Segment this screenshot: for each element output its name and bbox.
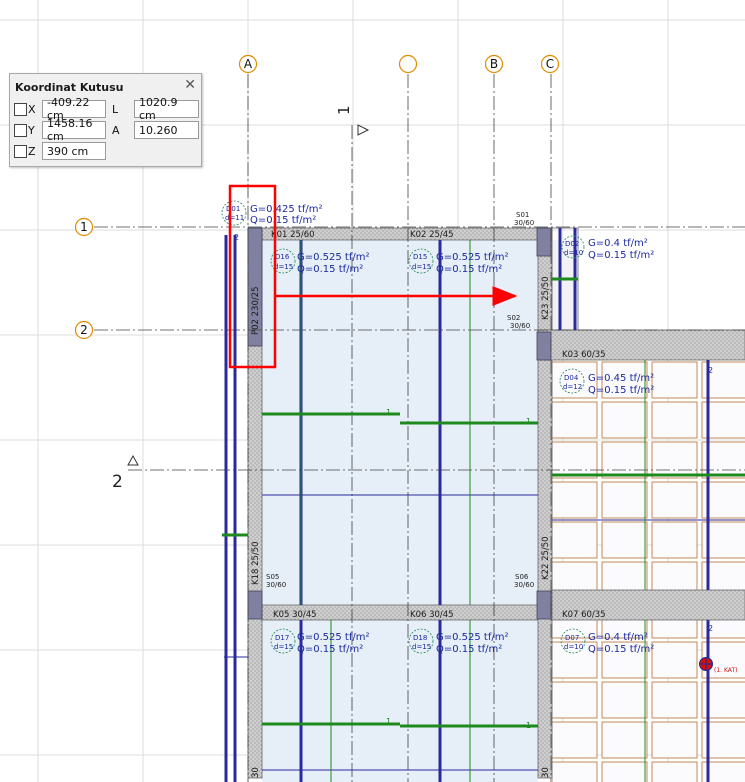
mark-one-c: 1 (386, 717, 391, 726)
mark-two-a: 2 (234, 233, 239, 242)
slab-thickness: d=11 (225, 214, 244, 222)
slab-g-load: G=0.4 tf/m² (588, 238, 648, 249)
coordinate-box-panel[interactable]: Koordinat Kutusu ✕ X -409.22 cm L 1020.9… (9, 73, 202, 167)
slab-q-load: Q=0.15 tf/m² (588, 385, 654, 396)
z-label: Z (28, 144, 36, 158)
axis-label-a: A (244, 57, 253, 71)
slab-id: D01 (226, 205, 240, 213)
slab-id: D07 (565, 634, 579, 642)
mark-two-b: 2 (708, 366, 713, 375)
slab-thickness: d=12 (563, 383, 582, 391)
column-size-s02: 30/60 (510, 322, 530, 330)
slab-g-load: G=0.525 tf/m² (297, 252, 370, 263)
slab-q-load: Q=0.15 tf/m² (436, 264, 502, 275)
z-value-field[interactable]: 390 cm (42, 142, 106, 160)
x-checkbox[interactable] (14, 102, 27, 116)
slab-id: D15 (413, 253, 427, 261)
beam-label-k23: K23 25/50 (541, 276, 551, 320)
close-icon[interactable]: ✕ (184, 77, 196, 93)
slab-q-load: Q=0.15 tf/m² (588, 250, 654, 261)
beam-label-p02: P02 230/25 (251, 286, 261, 335)
slab-d01[interactable]: D01 d=11 G=0.425 tf/m² Q=0.15 tf/m² (221, 200, 323, 226)
beam-label-k07: K07 60/35 (562, 610, 606, 620)
slab-thickness: d=10 (564, 249, 583, 257)
l-value-field[interactable]: 1020.9 cm (134, 96, 199, 122)
y-row: Y 1458.16 cm A 10.260 (14, 117, 199, 143)
beam-label-k22: K22 25/50 (541, 536, 551, 580)
slab-id: D17 (275, 634, 289, 642)
beam-label-k03: K03 60/35 (562, 350, 606, 360)
slab-g-load: G=0.525 tf/m² (436, 252, 509, 263)
point-load-label: (1. KAT) (714, 667, 737, 674)
slab-id: D16 (275, 253, 290, 261)
mark-one-d: 1 (526, 721, 531, 730)
y-checkbox[interactable] (14, 123, 27, 137)
slab-q-load: Q=0.15 tf/m² (297, 644, 363, 655)
section-marker-2[interactable]: 2 (112, 454, 139, 492)
y-label: Y (28, 123, 35, 137)
slab-thickness: d=15 (274, 643, 293, 651)
slab-g-load: G=0.525 tf/m² (297, 632, 370, 643)
mark-two-c: 2 (708, 624, 713, 633)
slab-thickness: d=10 (564, 643, 583, 651)
y-value-field[interactable]: 1458.16 cm (42, 117, 106, 143)
slab-d02[interactable]: D02 d=10 G=0.4 tf/m² Q=0.15 tf/m² (561, 235, 654, 261)
x-label: X (28, 102, 36, 116)
axis-label-c: C (546, 57, 554, 71)
slab-g-load: G=0.525 tf/m² (436, 632, 509, 643)
x-value-field[interactable]: -409.22 cm (42, 96, 106, 122)
slab-id: D02 (565, 240, 579, 248)
slab-id: D18 (413, 634, 427, 642)
slab-thickness: d=15 (412, 643, 431, 651)
slab-id: D04 (564, 374, 579, 382)
a-label: A (112, 123, 120, 137)
slab-q-load: Q=0.15 tf/m² (297, 264, 363, 275)
column-label-s05: S05 (266, 573, 279, 581)
slab-q-load: Q=0.15 tf/m² (436, 644, 502, 655)
slab-thickness: d=15 (412, 263, 431, 271)
column-size-s05: 30/60 (266, 581, 286, 589)
slab-g-load: G=0.4 tf/m² (588, 632, 648, 643)
beam-label-k05: K05 30/45 (273, 610, 317, 620)
z-row: Z 390 cm (14, 141, 106, 161)
panel-title: Koordinat Kutusu (15, 81, 124, 94)
mark-one-a: 1 (386, 408, 391, 417)
axis-label-two: 2 (80, 323, 88, 337)
beam-label-k18: K18 25/50 (251, 541, 261, 585)
axis-label-b: B (490, 57, 498, 71)
slab-g-load: G=0.45 tf/m² (588, 373, 654, 384)
beam-label-30b: 30 (541, 767, 551, 778)
axis-label-one: 1 (80, 220, 88, 234)
slab-areas (262, 240, 745, 782)
section-label-one: 1 (335, 105, 353, 115)
column-size-s06: 30/60 (514, 581, 534, 589)
a-value-field[interactable]: 10.260 (134, 121, 199, 139)
beam-label-k02: K02 25/45 (410, 230, 454, 240)
slab-g-load: G=0.425 tf/m² (250, 204, 323, 215)
slab-q-load: Q=0.15 tf/m² (250, 215, 316, 226)
column-size-s01: 30/60 (514, 219, 534, 227)
l-label: L (112, 102, 119, 116)
slab-q-load: Q=0.15 tf/m² (588, 644, 654, 655)
slab-thickness: d=15 (274, 263, 293, 271)
beam-label-k06: K06 30/45 (410, 610, 454, 620)
z-checkbox[interactable] (14, 144, 27, 158)
section-marker-1[interactable]: 1 (335, 105, 370, 136)
x-row: X -409.22 cm L 1020.9 cm (14, 96, 199, 122)
column-label-s01: S01 (516, 211, 529, 219)
mark-one-b: 1 (526, 417, 531, 426)
column-label-s02: S02 (507, 314, 520, 322)
beam-label-30a: 30 (251, 767, 261, 778)
column-label-s06: S06 (515, 573, 529, 581)
beam-label-k01: K01 25/60 (271, 230, 315, 240)
section-label-two: 2 (112, 472, 123, 492)
